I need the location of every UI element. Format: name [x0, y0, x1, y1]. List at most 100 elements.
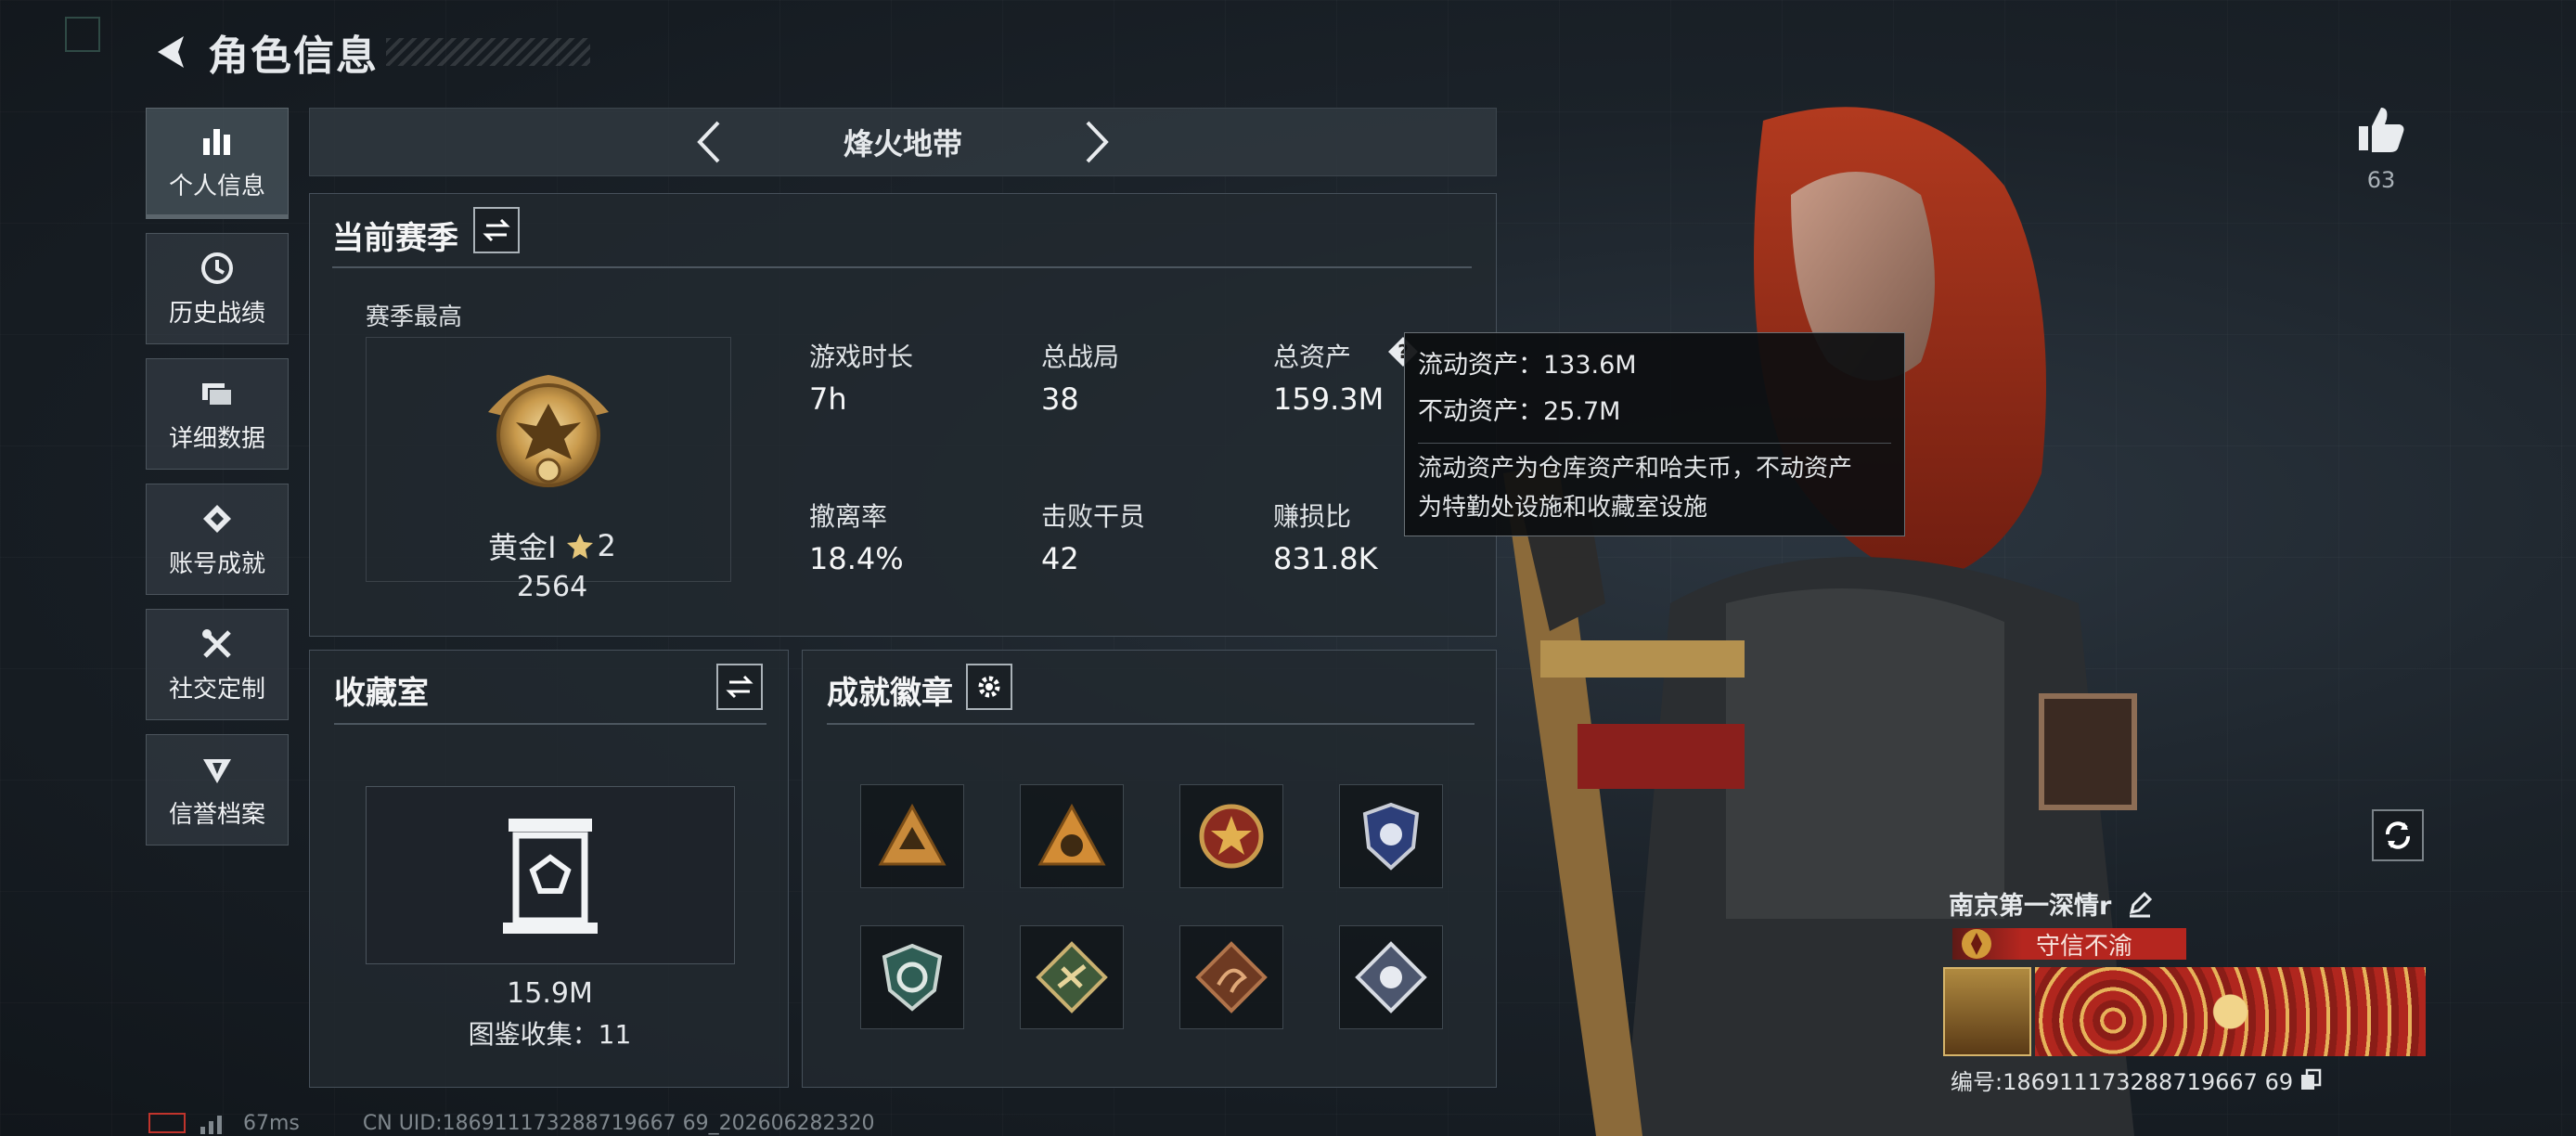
previous-mode-button[interactable] [680, 114, 736, 170]
achievement-badge[interactable] [860, 784, 964, 888]
player-name-row: 南京第一深情r [1949, 885, 2154, 922]
stat-label-extraction-rate: 撤离率 [809, 501, 888, 532]
chevron-right-icon [1086, 121, 1109, 163]
nav-item-label: 社交定制 [168, 675, 265, 704]
stat-value-total-matches: 38 [1041, 381, 1079, 417]
achievement-icon [199, 500, 236, 537]
mode-selector: 烽火地带 [309, 108, 1497, 176]
nav-item-history[interactable]: 历史战绩 [146, 233, 289, 344]
season-title: 当前赛季 [332, 220, 458, 257]
red-star-badge-icon [1199, 804, 1264, 869]
rank-stars: 2 [597, 528, 616, 563]
showcase-icon [503, 819, 598, 934]
orange-triangle-badge-icon [878, 803, 947, 866]
stat-label-playtime: 游戏时长 [809, 342, 914, 372]
like-count: 63 [2366, 167, 2396, 193]
dragon-diamond-badge-icon [1195, 941, 1268, 1013]
nav-item-label: 账号成就 [168, 549, 265, 578]
banner-art [2035, 967, 2426, 1056]
corner-decoration [65, 17, 100, 52]
achievement-settings-button[interactable] [966, 664, 1012, 710]
collection-panel: 收藏室 15.9M 图鉴收集：11 [309, 650, 789, 1088]
switch-collection-button[interactable] [716, 664, 763, 710]
edit-name-button[interactable] [2126, 890, 2154, 918]
achievement-badge[interactable] [1020, 784, 1124, 888]
achievement-badge[interactable] [1020, 925, 1124, 1029]
stat-label-total-matches: 总战局 [1041, 342, 1120, 372]
folder-icon [199, 375, 236, 412]
player-id-row: 编号:186911173288719667 69 [1951, 1064, 2323, 1096]
green-shield-badge-icon [882, 943, 943, 1012]
achievement-badge[interactable] [1339, 925, 1443, 1029]
achievement-badge[interactable] [1179, 925, 1283, 1029]
stat-label-total-assets: 总资产 [1273, 342, 1352, 372]
tooltip-description: 流动资产为仓库资产和哈夫币，不动资产 为特勤处设施和收藏室设施 [1418, 443, 1891, 527]
rank-name-row: 黄金Ⅰ 2 [483, 524, 622, 567]
swap-icon [483, 218, 510, 242]
stat-value-kills: 42 [1041, 541, 1079, 576]
tooltip-desc-line-1: 流动资产为仓库资产和哈夫币，不动资产 [1418, 455, 1853, 483]
battery-icon [148, 1113, 186, 1133]
rank-score: 2564 [516, 571, 588, 603]
uid-text: CN UID:186911173288719667 69_20260628232… [362, 1111, 875, 1135]
achievement-panel: 成就徽章 [802, 650, 1497, 1088]
page-title: 角色信息 [208, 32, 379, 80]
achievement-title: 成就徽章 [827, 675, 953, 712]
achievement-badge[interactable] [860, 925, 964, 1029]
status-footer: 67ms CN UID:186911173288719667 69_202606… [148, 1110, 875, 1136]
season-panel: 当前赛季 赛季最高 黄金Ⅰ 2 2564 游戏时长 7h 总战局 38 总资产 … [309, 193, 1497, 637]
blue-shield-badge-icon [1362, 802, 1420, 871]
refresh-button[interactable] [2372, 809, 2424, 861]
season-best-label: 赛季最高 [366, 303, 463, 331]
ping-value: 67ms [243, 1111, 300, 1135]
nav-item-social-custom[interactable]: 社交定制 [146, 609, 289, 720]
orange-triangle-badge-icon [1037, 803, 1106, 866]
back-button[interactable] [148, 29, 195, 75]
collection-preview[interactable] [366, 786, 735, 964]
tooltip-liquid-assets: 流动资产：133.6M [1418, 351, 1637, 380]
chevron-left-icon [697, 121, 720, 163]
nav-item-credit-file[interactable]: 信誉档案 [146, 734, 289, 846]
mode-name: 烽火地带 [843, 126, 962, 161]
edit-icon [2130, 891, 2153, 917]
nav-item-label: 详细数据 [168, 424, 265, 453]
collection-title: 收藏室 [334, 675, 429, 712]
player-banner[interactable] [1943, 967, 2426, 1056]
divider [827, 723, 1475, 725]
next-mode-button[interactable] [1070, 114, 1126, 170]
nav-item-personal-info[interactable]: 个人信息 [146, 108, 289, 219]
achievement-badge[interactable] [1179, 784, 1283, 888]
copy-id-button[interactable] [2299, 1068, 2323, 1092]
assets-tooltip: 流动资产：133.6M 不动资产：25.7M 流动资产为仓库资产和哈夫币，不动资… [1404, 332, 1905, 536]
tooltip-fixed-assets: 不动资产：25.7M [1418, 397, 1621, 426]
stat-label-kills: 击败干员 [1041, 501, 1146, 532]
side-nav: 个人信息 历史战绩 详细数据 账号成就 社交定制 信誉档案 [146, 108, 290, 859]
like-button[interactable] [2353, 102, 2409, 158]
divider [332, 266, 1472, 268]
nav-item-label: 个人信息 [168, 172, 265, 200]
stat-label-profit-ratio: 赚损比 [1273, 501, 1352, 532]
shield-icon [199, 751, 236, 788]
collection-value: 15.9M [507, 977, 593, 1010]
copy-icon [2301, 1068, 2322, 1090]
back-arrow-icon [158, 36, 184, 68]
stat-value-playtime: 7h [809, 381, 847, 417]
player-id: 编号:186911173288719667 69 [1951, 1069, 2294, 1095]
refresh-icon [2386, 821, 2410, 849]
player-motto: 守信不渝 [2036, 932, 2133, 961]
green-diamond-badge-icon [1036, 941, 1108, 1013]
signal-icon [200, 1116, 222, 1134]
achievement-badge[interactable] [1339, 784, 1443, 888]
title-decoration [386, 38, 590, 66]
motto-banner: 守信不渝 [1952, 928, 2186, 961]
gold-rank-emblem-icon [488, 375, 609, 487]
history-icon [199, 250, 236, 287]
thumbs-up-icon [2359, 108, 2404, 152]
switch-season-button[interactable] [473, 207, 520, 253]
banner-frame-left [1943, 967, 2032, 1056]
bar-chart-icon [199, 123, 236, 160]
nav-item-label: 信誉档案 [168, 800, 265, 829]
tools-icon [199, 626, 236, 663]
nav-item-detailed-data[interactable]: 详细数据 [146, 358, 289, 470]
nav-item-account-achievements[interactable]: 账号成就 [146, 484, 289, 595]
